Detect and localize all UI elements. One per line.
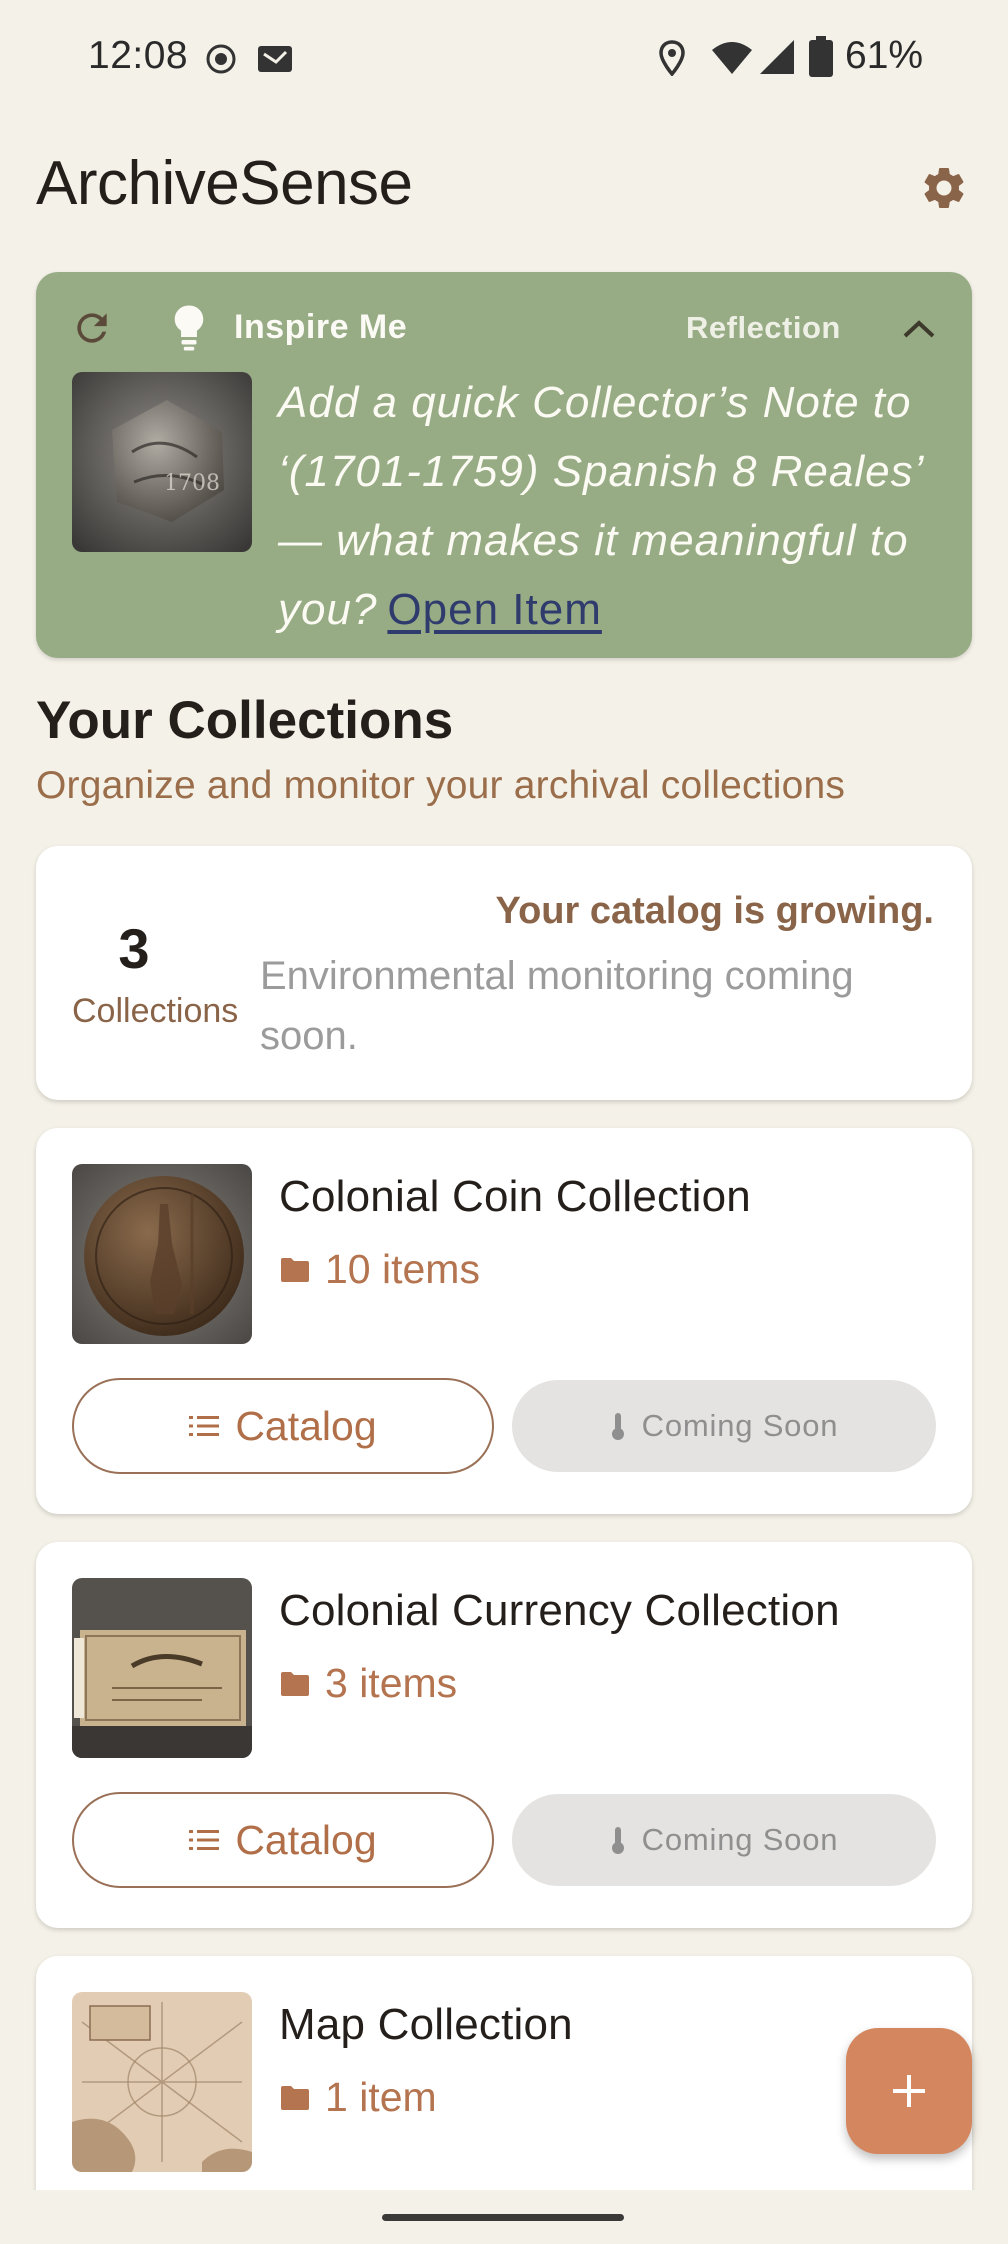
collection-item-count: 1 item	[279, 2074, 437, 2121]
inspire-title: Inspire Me	[234, 308, 408, 346]
list-icon	[189, 1416, 220, 1436]
summary-card: 3 Collections Your catalog is growing. E…	[36, 846, 972, 1100]
monitoring-button: Coming Soon	[512, 1794, 936, 1886]
collection-item-count-text: 1 item	[325, 2074, 437, 2120]
collections-count: 3	[118, 917, 150, 980]
lightbulb-icon	[168, 302, 210, 354]
cast-icon	[256, 44, 294, 79]
summary-headline: Your catalog is growing.	[495, 890, 934, 932]
thermometer-icon	[611, 1413, 624, 1440]
location-icon	[658, 40, 686, 81]
battery-percent: 61%	[845, 34, 924, 77]
monitoring-button: Coming Soon	[512, 1380, 936, 1472]
monitoring-button-label: Coming Soon	[641, 1408, 839, 1443]
collection-item-count: 10 items	[279, 1246, 480, 1293]
settings-button[interactable]	[914, 158, 974, 218]
collection-card[interactable]: Colonial Currency Collection 3 items Cat…	[36, 1542, 972, 1928]
collection-thumbnail	[72, 1164, 252, 1344]
gesture-handle[interactable]	[382, 2214, 624, 2221]
thermometer-icon	[611, 1827, 624, 1854]
record-icon	[204, 42, 238, 81]
coin-thumbnail: 1708	[72, 372, 252, 552]
collection-card[interactable]: Colonial Coin Collection 10 items Catalo…	[36, 1128, 972, 1514]
collection-item-count-text: 10 items	[325, 1246, 480, 1292]
battery-icon	[808, 36, 834, 83]
collection-name: Colonial Coin Collection	[279, 1172, 751, 1221]
app-title: ArchiveSense	[36, 149, 413, 218]
catalog-button-label: Catalog	[235, 1816, 377, 1863]
summary-note: Environmental monitoring coming soon.	[260, 954, 854, 1058]
gear-icon	[924, 168, 964, 208]
folder-icon	[281, 1257, 309, 1282]
add-collection-button[interactable]	[846, 2028, 972, 2154]
status-bar: 12:08 61%	[0, 0, 1008, 116]
catalog-button[interactable]: Catalog	[72, 1792, 494, 1888]
signal-icon	[758, 38, 796, 81]
section-title: Your Collections	[36, 691, 454, 750]
collapse-button[interactable]	[896, 306, 942, 352]
collection-name: Map Collection	[279, 2000, 573, 2049]
folder-icon	[281, 1671, 309, 1696]
wifi-icon	[710, 40, 754, 81]
collection-item-count-text: 3 items	[325, 1660, 458, 1706]
inspire-tag: Reflection	[686, 310, 841, 345]
refresh-icon	[77, 313, 107, 343]
catalog-button-label: Catalog	[235, 1402, 377, 1449]
open-item-link[interactable]: Open Item	[387, 585, 601, 634]
collection-thumbnail	[72, 1578, 252, 1758]
collection-thumbnail	[72, 1992, 252, 2172]
status-time: 12:08	[88, 34, 189, 77]
collection-item-count: 3 items	[279, 1660, 457, 1707]
collection-name: Colonial Currency Collection	[279, 1586, 840, 1635]
monitoring-button-label: Coming Soon	[641, 1822, 839, 1857]
svg-text:1708: 1708	[164, 471, 220, 496]
inspire-prompt: Add a quick Collector’s Note to ‘(1701-1…	[278, 368, 958, 644]
inspire-card: Inspire Me Reflection 1708 Add a quick C…	[36, 272, 972, 658]
app-screen: 12:08 61% ArchiveSense Inspire Me Reflec…	[0, 0, 1008, 2244]
catalog-button[interactable]: Catalog	[72, 1378, 494, 1474]
collections-count-label: Collections	[72, 992, 239, 1030]
section-subtitle: Organize and monitor your archival colle…	[36, 764, 846, 807]
folder-icon	[281, 2085, 309, 2110]
chevron-up-icon	[903, 320, 935, 338]
plus-icon	[893, 2075, 925, 2107]
refresh-button[interactable]	[66, 302, 118, 354]
list-icon	[189, 1830, 220, 1850]
